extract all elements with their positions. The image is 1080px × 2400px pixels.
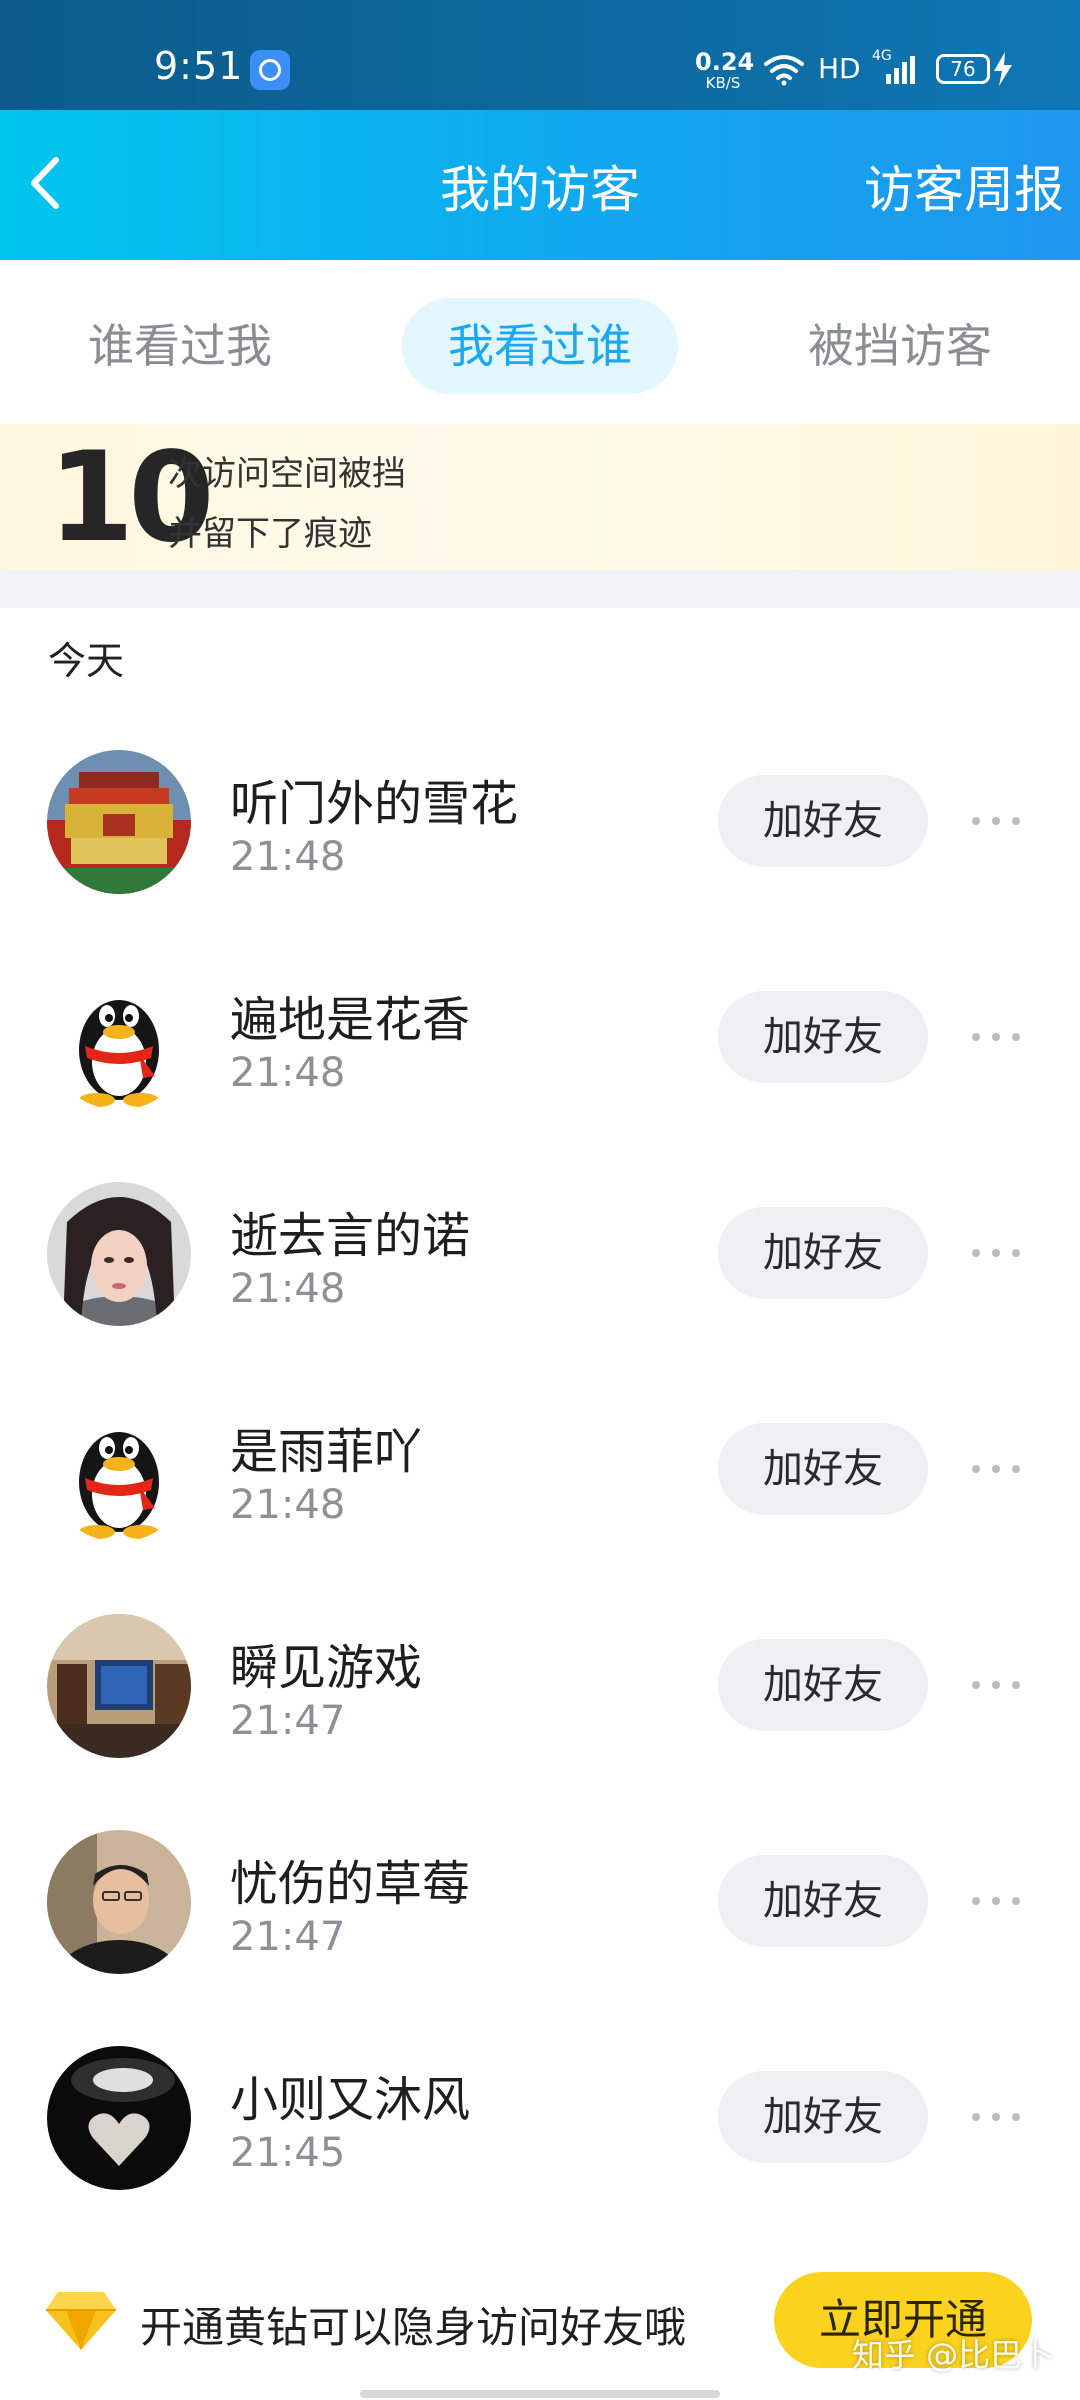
more-icon[interactable] [966, 1238, 1026, 1268]
vip-promo-bar: 开通黄钻可以隐身访问好友哦 立即开通 [0, 2248, 1080, 2400]
net-speed-value: 0.24 [695, 48, 755, 76]
banner-text-line1: 次访问空间被挡 [168, 454, 406, 494]
battery-icon: 76 [936, 54, 990, 84]
add-friend-button[interactable]: 加好友 [718, 1207, 928, 1299]
watermark: 知乎 @比巴卜 [852, 2336, 1055, 2374]
list-item[interactable]: 遍地是花香 21:48 加好友 [0, 926, 1080, 1142]
visitor-name: 忧伤的草莓 [230, 1856, 471, 1912]
avatar[interactable] [47, 1182, 191, 1326]
add-friend-button[interactable]: 加好友 [718, 1855, 928, 1947]
avatar[interactable] [47, 1830, 191, 1974]
visitor-name: 逝去言的诺 [230, 1208, 471, 1264]
add-friend-button[interactable]: 加好友 [718, 1639, 928, 1731]
visit-time: 21:48 [230, 1266, 346, 1312]
list-item[interactable]: 听门外的雪花 21:48 加好友 [0, 710, 1080, 926]
add-friend-button[interactable]: 加好友 [718, 2071, 928, 2163]
yellow-diamond-icon [46, 2292, 116, 2350]
more-icon[interactable] [966, 1670, 1026, 1700]
more-icon[interactable] [966, 806, 1026, 836]
section-title-today: 今天 [48, 639, 125, 683]
more-icon[interactable] [966, 2102, 1026, 2132]
visitor-name: 小则又沐风 [230, 2072, 471, 2128]
charging-icon [994, 52, 1012, 86]
visit-time: 21:45 [230, 2130, 346, 2176]
app-shortcut-icon [250, 50, 290, 90]
promo-text: 开通黄钻可以隐身访问好友哦 [140, 2303, 687, 2352]
visitor-name: 瞬见游戏 [230, 1640, 423, 1696]
avatar[interactable] [47, 1614, 191, 1758]
tab-bar: 谁看过我 我看过谁 被挡访客 [0, 262, 1080, 422]
tab-i-viewed[interactable]: 我看过谁 [402, 298, 678, 394]
visit-time: 21:47 [230, 1698, 346, 1744]
net-speed: 0.24 KB/S [695, 48, 755, 92]
net-speed-unit: KB/S [705, 74, 741, 92]
avatar[interactable] [47, 1398, 191, 1542]
visit-time: 21:48 [230, 834, 346, 880]
add-friend-button[interactable]: 加好友 [718, 775, 928, 867]
list-item[interactable]: 是雨菲吖 21:48 加好友 [0, 1358, 1080, 1574]
visit-time: 21:48 [230, 1482, 346, 1528]
list-item[interactable]: 逝去言的诺 21:48 加好友 [0, 1142, 1080, 1358]
visit-time: 21:47 [230, 1914, 346, 1960]
list-item[interactable]: 瞬见游戏 21:47 加好友 [0, 1574, 1080, 1790]
header: 9:51 0.24 KB/S HD 4G 76 我的访客 访客周报 [0, 0, 1080, 260]
visitor-name: 遍地是花香 [230, 992, 471, 1048]
signal-icon: 4G [872, 48, 922, 88]
hd-indicator: HD [818, 52, 861, 85]
banner-text-line2: 并留下了痕迹 [168, 514, 372, 554]
tab-who-viewed-me[interactable]: 谁看过我 [60, 298, 300, 394]
section-divider [0, 570, 1080, 608]
avatar[interactable] [47, 966, 191, 1110]
more-icon[interactable] [966, 1886, 1026, 1916]
wifi-icon [764, 55, 804, 86]
home-indicator[interactable] [360, 2390, 720, 2398]
visitor-weekly-report-link[interactable]: 访客周报 [864, 150, 1064, 222]
visit-time: 21:48 [230, 1050, 346, 1096]
list-item[interactable]: 忧伤的草莓 21:47 加好友 [0, 1790, 1080, 2006]
tab-blocked-visitors[interactable]: 被挡访客 [780, 298, 1020, 394]
more-icon[interactable] [966, 1454, 1026, 1484]
visitor-name: 是雨菲吖 [230, 1424, 423, 1480]
more-icon[interactable] [966, 1022, 1026, 1052]
status-bar: 9:51 0.24 KB/S HD 4G 76 [0, 0, 1080, 110]
add-friend-button[interactable]: 加好友 [718, 991, 928, 1083]
avatar[interactable] [47, 750, 191, 894]
blocked-visits-banner[interactable]: 10 次访问空间被挡 并留下了痕迹 [0, 424, 1080, 570]
list-item[interactable]: 小则又沐风 21:45 加好友 [0, 2006, 1080, 2222]
avatar[interactable] [47, 2046, 191, 2190]
visitor-name: 听门外的雪花 [230, 776, 519, 832]
status-time: 9:51 [154, 44, 244, 88]
add-friend-button[interactable]: 加好友 [718, 1423, 928, 1515]
